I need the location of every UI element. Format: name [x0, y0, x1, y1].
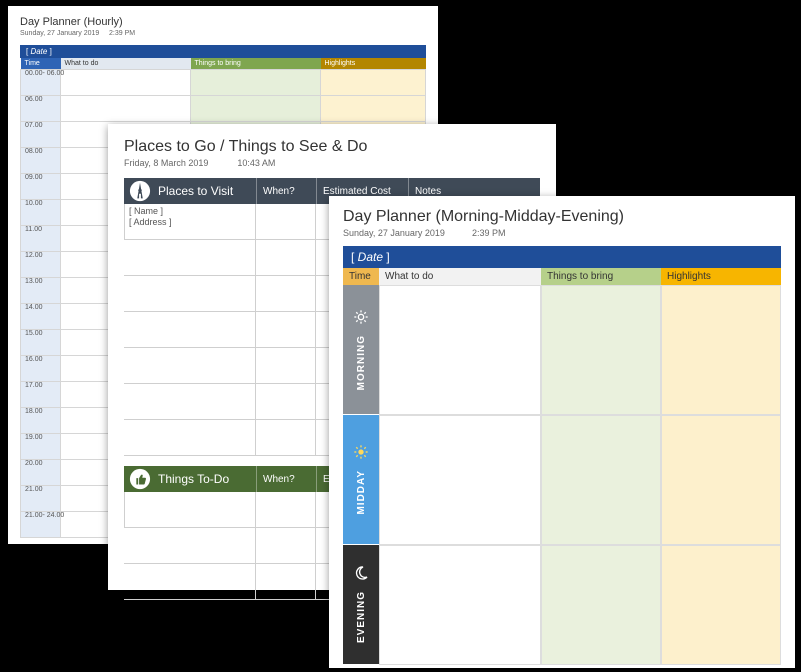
- hourly-date-label: Date: [30, 47, 47, 56]
- hourly-time: 2:39 PM: [109, 30, 135, 37]
- places-cell: [256, 420, 316, 456]
- hourly-time-cell: 06.00: [21, 96, 61, 122]
- places-date: Friday, 8 March 2019: [124, 158, 208, 168]
- mme-date-bar: Date: [343, 246, 781, 268]
- table-row: 00.00- 06.00: [21, 70, 426, 96]
- mme-body: MORNING MIDDAY EVENING: [343, 285, 781, 665]
- col-time: Time: [21, 58, 61, 70]
- hourly-time-cell: 14.00: [21, 304, 61, 330]
- mme-midday-label: MIDDAY: [356, 470, 367, 515]
- mme-midday-what: [379, 415, 541, 545]
- places-cell: [256, 348, 316, 384]
- mme-midday-side: MIDDAY: [343, 415, 379, 545]
- mme-morning-label: MORNING: [356, 335, 367, 390]
- places-cell: [124, 348, 256, 384]
- col-what: What to do: [61, 58, 191, 70]
- places-cell: [ Name ][ Address ]: [124, 204, 256, 240]
- mme-card: Day Planner (Morning-Midday-Evening) Sun…: [329, 196, 795, 668]
- places-cell: [124, 240, 256, 276]
- hourly-what-cell: [61, 96, 191, 122]
- hourly-time-cell: 08.00: [21, 148, 61, 174]
- places-cell: [124, 384, 256, 420]
- table-row: 06.00: [21, 96, 426, 122]
- hourly-time-cell: 09.00: [21, 174, 61, 200]
- col-when: When?: [256, 178, 316, 204]
- todo-col-when: When?: [256, 466, 316, 492]
- places-cell: [124, 420, 256, 456]
- hourly-time-cell: 10.00: [21, 200, 61, 226]
- hourly-time-cell: 15.00: [21, 330, 61, 356]
- mme-col-what: What to do: [379, 268, 541, 285]
- places-cell: [256, 312, 316, 348]
- places-cell: [256, 204, 316, 240]
- hourly-title: Day Planner (Hourly): [20, 16, 426, 28]
- mme-col-time: Time: [343, 268, 379, 285]
- hourly-bring-cell: [191, 96, 321, 122]
- places-time: 10:43 AM: [237, 158, 275, 168]
- places-visit-title: Places to Visit: [156, 178, 256, 204]
- hourly-date-bar: Date: [20, 45, 426, 58]
- mme-midday-high: [661, 415, 781, 545]
- col-bring: Things to bring: [191, 58, 321, 70]
- sun-icon: [353, 444, 369, 460]
- hourly-date: Sunday, 27 January 2019: [20, 30, 99, 37]
- mme-evening-bring: [541, 545, 661, 665]
- places-addr-placeholder: [ Address ]: [129, 217, 251, 228]
- mme-subtitle: Sunday, 27 January 2019 2:39 PM: [343, 228, 781, 238]
- places-cell: [124, 312, 256, 348]
- mme-morning-high: [661, 285, 781, 415]
- hourly-high-cell: [321, 96, 426, 122]
- places-subtitle: Friday, 8 March 2019 10:43 AM: [124, 158, 540, 168]
- hourly-time-cell: 19.00: [21, 434, 61, 460]
- places-cell: [256, 276, 316, 312]
- todo-cell: [124, 492, 256, 528]
- places-title: Places to Go / Things to See & Do: [124, 138, 540, 156]
- todo-cell: [256, 528, 316, 564]
- hourly-time-cell: 17.00: [21, 382, 61, 408]
- mme-col-bring: Things to bring: [541, 268, 661, 285]
- hourly-bring-cell: [191, 70, 321, 96]
- hourly-time-cell: 18.00: [21, 408, 61, 434]
- hourly-high-cell: [321, 70, 426, 96]
- places-cell: [256, 240, 316, 276]
- mme-morning-what: [379, 285, 541, 415]
- eiffel-icon: [124, 178, 156, 204]
- hourly-time-cell: 11.00: [21, 226, 61, 252]
- hourly-time-cell: 20.00: [21, 460, 61, 486]
- hourly-time-cell: 00.00- 06.00: [21, 70, 61, 96]
- hourly-what-cell: [61, 70, 191, 96]
- mme-evening-what: [379, 545, 541, 665]
- todo-cell: [124, 564, 256, 600]
- mme-title: Day Planner (Morning-Midday-Evening): [343, 208, 781, 226]
- mme-midday-bring: [541, 415, 661, 545]
- mme-date: Sunday, 27 January 2019: [343, 228, 445, 238]
- hourly-time-cell: 21.00: [21, 486, 61, 512]
- mme-evening-side: EVENING: [343, 545, 379, 665]
- mme-date-label: Date: [358, 250, 383, 264]
- moon-icon: [353, 565, 369, 581]
- mme-columns: Time What to do Things to bring Highligh…: [343, 268, 781, 285]
- todo-cell: [256, 492, 316, 528]
- todo-title: Things To-Do: [156, 466, 256, 492]
- gear-icon: [353, 309, 369, 325]
- thumbs-up-icon: [124, 466, 156, 492]
- mme-evening-high: [661, 545, 781, 665]
- places-cell: [256, 384, 316, 420]
- col-high: Highlights: [321, 58, 426, 70]
- todo-cell: [256, 564, 316, 600]
- hourly-time-cell: 13.00: [21, 278, 61, 304]
- hourly-subtitle: Sunday, 27 January 2019 2:39 PM: [20, 30, 426, 37]
- hourly-time-cell: 12.00: [21, 252, 61, 278]
- hourly-time-cell: 21.00- 24.00: [21, 512, 61, 538]
- mme-evening-label: EVENING: [356, 591, 367, 643]
- mme-morning-side: MORNING: [343, 285, 379, 415]
- hourly-time-cell: 16.00: [21, 356, 61, 382]
- mme-col-high: Highlights: [661, 268, 781, 285]
- hourly-time-cell: 07.00: [21, 122, 61, 148]
- mme-morning-bring: [541, 285, 661, 415]
- todo-cell: [124, 528, 256, 564]
- places-name-placeholder: [ Name ]: [129, 206, 251, 217]
- mme-time: 2:39 PM: [472, 228, 506, 238]
- places-cell: [124, 276, 256, 312]
